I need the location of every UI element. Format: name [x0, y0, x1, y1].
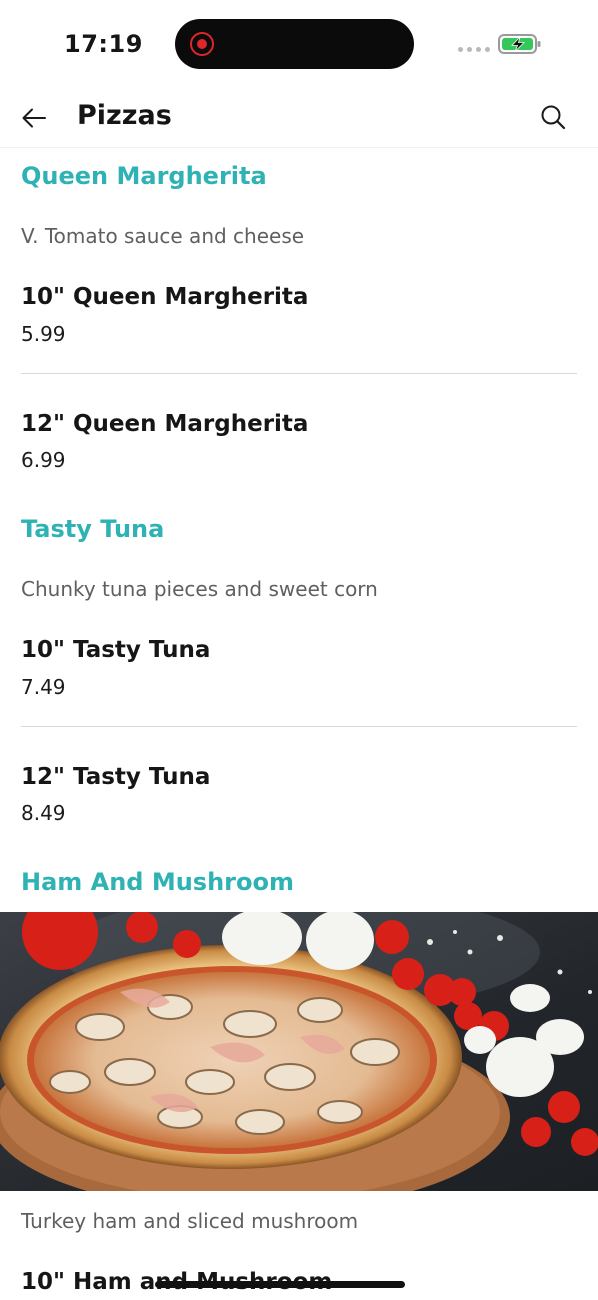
screen-recording-icon [190, 32, 214, 56]
signal-dots-icon [458, 47, 490, 53]
battery-charging-icon [498, 34, 541, 54]
status-bar: 17:19 [0, 0, 598, 90]
divider [21, 373, 577, 374]
item-name: 10" Tasty Tuna [21, 637, 211, 663]
item-name: 12" Tasty Tuna [21, 764, 211, 790]
app-header: Pizzas [0, 88, 598, 148]
item-price: 6.99 [21, 448, 66, 472]
category-title: Queen Margherita [21, 162, 267, 190]
ham-mushroom-pizza-image [0, 912, 598, 1191]
dynamic-island [175, 19, 414, 69]
item-price: 7.49 [21, 675, 66, 699]
home-indicator[interactable] [155, 1281, 405, 1288]
category-description: Chunky tuna pieces and sweet corn [21, 577, 378, 601]
pizza-illustration [0, 912, 598, 1191]
category-title: Ham And Mushroom [21, 868, 294, 896]
item-name: 10" Queen Margherita [21, 284, 309, 310]
divider [21, 726, 577, 727]
category-title: Tasty Tuna [21, 515, 165, 543]
item-name: 12" Queen Margherita [21, 411, 309, 437]
page-title: Pizzas [77, 100, 172, 131]
item-price: 8.49 [21, 801, 66, 825]
item-price: 5.99 [21, 322, 66, 346]
arrow-left-icon[interactable] [18, 102, 50, 134]
category-description: Turkey ham and sliced mushroom [21, 1209, 359, 1233]
search-icon[interactable] [538, 102, 568, 132]
category-description: V. Tomato sauce and cheese [21, 224, 305, 248]
status-time: 17:19 [64, 30, 143, 58]
